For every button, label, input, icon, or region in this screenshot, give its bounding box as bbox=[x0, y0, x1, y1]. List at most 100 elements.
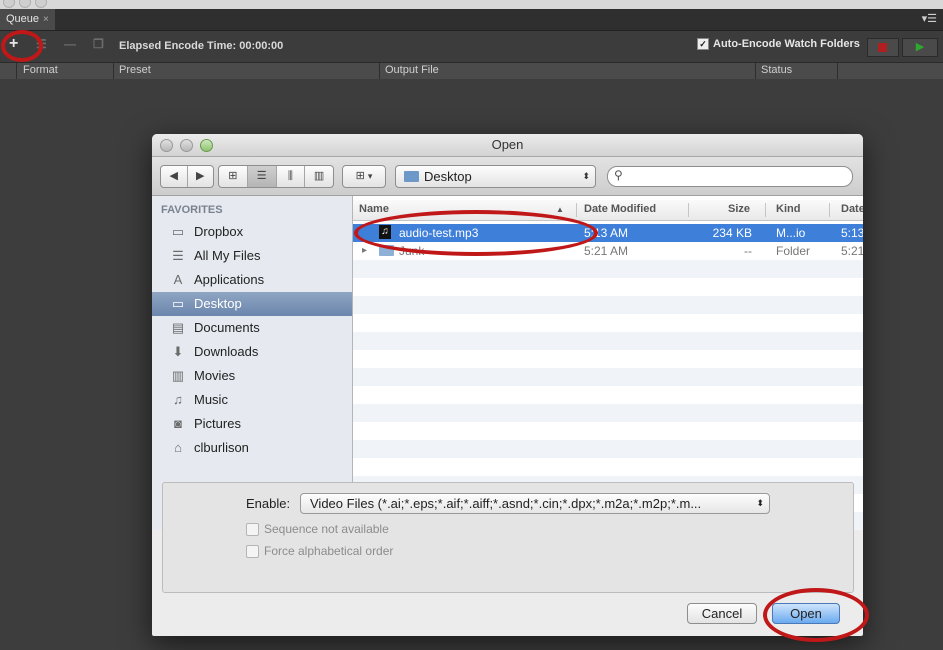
force-alphabetical-checkbox[interactable]: Force alphabetical order bbox=[246, 544, 393, 558]
dropbox-folder-icon: ▭ bbox=[171, 224, 185, 239]
view-mode-control: ⊞ ☰ ⫼ ▥ bbox=[218, 165, 334, 188]
downloads-icon: ⬇ bbox=[172, 344, 184, 359]
desktop-icon: ▭ bbox=[171, 296, 185, 311]
favorites-header: FAVORITES bbox=[161, 204, 223, 216]
popup-arrows-icon: ⬍ bbox=[582, 171, 590, 181]
window-titlebar bbox=[0, 0, 943, 9]
sidebar-item-documents[interactable]: ▤ Documents bbox=[152, 316, 352, 340]
stop-queue-button[interactable] bbox=[867, 38, 899, 57]
sidebar-item-pictures[interactable]: ◙ Pictures bbox=[152, 412, 352, 436]
sidebar-item-music[interactable]: ♫ Music bbox=[152, 388, 352, 412]
column-view-button[interactable]: ⫼ bbox=[277, 166, 306, 187]
annotation-ring-file bbox=[354, 210, 598, 256]
tab-queue-label: Queue bbox=[6, 13, 40, 25]
column-date-modified[interactable]: Date Modified bbox=[584, 203, 656, 215]
sidebar-item-label: Desktop bbox=[194, 296, 242, 311]
column-output-file[interactable]: Output File bbox=[385, 64, 439, 76]
checkbox-box bbox=[246, 544, 259, 558]
search-icon: ⚲ bbox=[614, 168, 623, 182]
movies-icon: ▥ bbox=[171, 368, 185, 383]
sidebar-item-desktop[interactable]: ▭ Desktop bbox=[152, 292, 352, 316]
file-date-added: 5:21 bbox=[841, 244, 863, 258]
column-size[interactable]: Size bbox=[728, 203, 750, 215]
sidebar-item-movies[interactable]: ▥ Movies bbox=[152, 364, 352, 388]
queue-column-headers: Format Preset Output File Status bbox=[0, 62, 943, 80]
sequence-label: Sequence not available bbox=[264, 522, 389, 536]
zoom-window-icon[interactable] bbox=[35, 0, 47, 8]
tab-queue[interactable]: Queue × bbox=[0, 9, 55, 30]
force-alphabetical-label: Force alphabetical order bbox=[264, 544, 394, 558]
arrange-button[interactable]: ⊞ ▾ bbox=[342, 165, 386, 188]
popup-arrows-icon: ⬍ bbox=[756, 498, 764, 508]
back-forward-control: ◀ ▶ bbox=[160, 165, 214, 188]
dialog-close-icon[interactable] bbox=[160, 139, 173, 152]
options-panel: Enable: Video Files (*.ai;*.eps;*.aif;*.… bbox=[162, 482, 854, 593]
dialog-zoom-icon[interactable] bbox=[200, 139, 213, 152]
applications-icon: A bbox=[173, 272, 183, 287]
sidebar-item-label: Music bbox=[194, 392, 228, 407]
file-kind: M...io bbox=[776, 226, 806, 240]
dialog-minimize-icon[interactable] bbox=[180, 139, 193, 152]
dialog-title-text: Open bbox=[491, 137, 524, 152]
file-type-value: Video Files (*.ai;*.eps;*.aif;*.aiff;*.a… bbox=[310, 496, 702, 511]
sidebar-item-label: Applications bbox=[194, 272, 265, 287]
sidebar-item-label: Movies bbox=[194, 368, 236, 383]
file-date: 5:21 AM bbox=[584, 244, 629, 258]
home-icon: ⌂ bbox=[174, 440, 182, 455]
all-files-icon: ☰ bbox=[172, 248, 184, 263]
annotation-ring-add bbox=[1, 30, 43, 62]
minimize-window-icon[interactable] bbox=[19, 0, 31, 8]
forward-button[interactable]: ▶ bbox=[188, 166, 214, 187]
open-dialog: Open ◀ ▶ ⊞ ☰ ⫼ ▥ ⊞ ▾ Desktop ⬍ ⚲ FAVORIT… bbox=[152, 134, 863, 636]
checkbox-check-icon: ✓ bbox=[697, 38, 709, 50]
file-kind: Folder bbox=[776, 244, 811, 258]
icon-view-button[interactable]: ⊞ bbox=[219, 166, 248, 187]
empty-row bbox=[353, 260, 863, 278]
close-icon[interactable]: × bbox=[43, 14, 49, 25]
elapsed-encode-time: Elapsed Encode Time: 00:00:00 bbox=[119, 40, 284, 52]
empty-row bbox=[353, 404, 863, 422]
file-type-popup[interactable]: Video Files (*.ai;*.eps;*.aif;*.aiff;*.a… bbox=[300, 493, 770, 514]
panel-menu-icon[interactable]: ▾☰ bbox=[922, 12, 937, 25]
column-format[interactable]: Format bbox=[23, 64, 58, 76]
sidebar-item-home[interactable]: ⌂ clburlison bbox=[152, 436, 352, 460]
column-preset[interactable]: Preset bbox=[119, 64, 151, 76]
empty-row bbox=[353, 440, 863, 458]
auto-encode-checkbox[interactable]: ✓ Auto-Encode Watch Folders bbox=[697, 38, 860, 50]
dialog-title: Open bbox=[152, 134, 863, 157]
coverflow-view-button[interactable]: ▥ bbox=[305, 166, 333, 187]
panel-tab-bar bbox=[0, 9, 943, 31]
close-window-icon[interactable] bbox=[3, 0, 15, 8]
location-label: Desktop bbox=[424, 169, 472, 184]
annotation-ring-open bbox=[763, 588, 869, 642]
checkbox-box bbox=[246, 522, 259, 536]
sidebar-item-label: Downloads bbox=[194, 344, 259, 359]
sidebar-item-dropbox[interactable]: ▭ Dropbox bbox=[152, 220, 352, 244]
column-date-added[interactable]: Date bbox=[841, 203, 863, 215]
remove-button[interactable]: — bbox=[64, 37, 76, 51]
location-popup[interactable]: Desktop ⬍ bbox=[395, 165, 596, 188]
sidebar-item-label: clburlison bbox=[194, 440, 249, 455]
start-queue-button[interactable]: ▶ bbox=[902, 38, 938, 57]
duplicate-icon[interactable]: ❐ bbox=[93, 37, 104, 51]
column-kind[interactable]: Kind bbox=[776, 203, 800, 215]
sidebar-item-label: Pictures bbox=[194, 416, 241, 431]
play-icon: ▶ bbox=[915, 41, 925, 53]
back-button[interactable]: ◀ bbox=[161, 166, 188, 187]
column-status[interactable]: Status bbox=[761, 64, 792, 76]
sidebar-item-all-my-files[interactable]: ☰ All My Files bbox=[152, 244, 352, 268]
disclosure-triangle-icon[interactable]: ▸ bbox=[362, 245, 367, 256]
empty-row bbox=[353, 368, 863, 386]
list-view-button[interactable]: ☰ bbox=[247, 166, 277, 187]
sequence-checkbox[interactable]: Sequence not available bbox=[246, 522, 389, 536]
folder-icon bbox=[404, 171, 419, 182]
sidebar-item-label: Dropbox bbox=[194, 224, 244, 239]
search-input[interactable]: ⚲ bbox=[607, 166, 853, 187]
empty-row bbox=[353, 332, 863, 350]
pictures-icon: ◙ bbox=[174, 416, 182, 431]
cancel-button[interactable]: Cancel bbox=[687, 603, 757, 624]
sidebar: FAVORITES ▭ Dropbox ☰ All My Files A Applic… bbox=[152, 196, 353, 530]
column-name[interactable]: Name bbox=[359, 203, 389, 215]
sidebar-item-downloads[interactable]: ⬇ Downloads bbox=[152, 340, 352, 364]
sidebar-item-applications[interactable]: A Applications bbox=[152, 268, 352, 292]
